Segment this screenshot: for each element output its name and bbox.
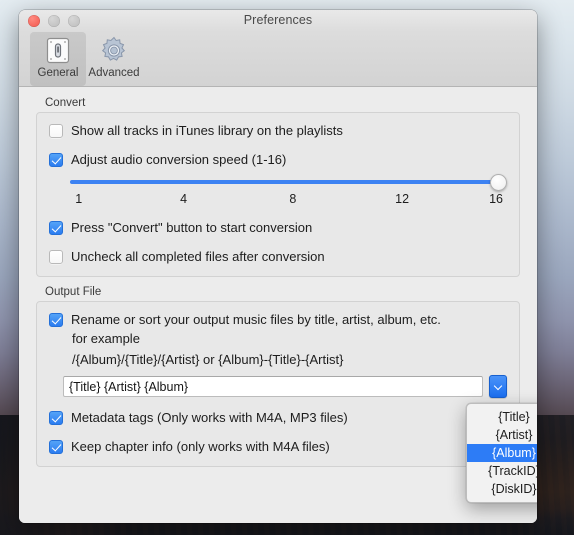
example-pattern: /{Album}/{Title}/{Artist} or {Album}-{Ti… <box>72 352 344 367</box>
pattern-dropdown-button[interactable] <box>489 375 507 398</box>
checkbox-adjust-speed-box[interactable] <box>49 153 63 167</box>
preferences-content: Convert Show all tracks in iTunes librar… <box>19 87 537 523</box>
checkbox-show-all-tracks-label: Show all tracks in iTunes library on the… <box>71 123 343 138</box>
checkbox-show-all-tracks-box[interactable] <box>49 124 63 138</box>
menu-item-diskid[interactable]: {DiskID} <box>467 480 537 498</box>
output-file-group-title: Output File <box>45 286 102 298</box>
pattern-dropdown-menu[interactable]: {Title} {Artist} {Album} {TrackID} {Disk… <box>466 403 537 503</box>
output-file-section: Output File Rename or sort your output m… <box>36 286 520 467</box>
checkbox-press-convert-label: Press "Convert" button to start conversi… <box>71 220 313 235</box>
slider-track <box>70 180 497 184</box>
checkbox-rename-sort-box[interactable] <box>49 313 63 327</box>
slider-tick-16: 16 <box>489 192 504 206</box>
menu-item-artist[interactable]: {Artist} <box>467 426 537 444</box>
checkbox-rename-sort-label: Rename or sort your output music files b… <box>71 312 441 327</box>
convert-section: Convert Show all tracks in iTunes librar… <box>36 97 520 277</box>
gear-icon <box>86 34 142 68</box>
tab-general[interactable]: General <box>30 32 86 86</box>
convert-group-box: Show all tracks in iTunes library on the… <box>36 112 520 277</box>
menu-item-trackid[interactable]: {TrackID} <box>467 462 537 480</box>
checkbox-uncheck-completed-box[interactable] <box>49 250 63 264</box>
output-file-group-box: Rename or sort your output music files b… <box>36 301 520 467</box>
checkbox-keep-chapter-info-label: Keep chapter info (only works with M4A f… <box>71 439 330 454</box>
menu-item-album[interactable]: {Album} <box>467 444 537 462</box>
checkbox-metadata-tags-label: Metadata tags (Only works with M4A, MP3 … <box>71 410 348 425</box>
checkbox-uncheck-completed[interactable]: Uncheck all completed files after conver… <box>49 249 507 264</box>
checkbox-uncheck-completed-label: Uncheck all completed files after conver… <box>71 249 325 264</box>
checkbox-keep-chapter-info-box[interactable] <box>49 440 63 454</box>
slider-track-wrap[interactable] <box>70 173 507 191</box>
preferences-toolbar: General Advanced <box>19 32 537 87</box>
pattern-input[interactable] <box>63 376 483 397</box>
example-label: for example <box>72 331 140 346</box>
menu-item-title[interactable]: {Title} <box>467 408 537 426</box>
slider-tick-12: 12 <box>395 192 410 206</box>
pattern-input-row <box>63 375 507 398</box>
window-titlebar[interactable]: Preferences <box>19 10 537 32</box>
checkbox-adjust-speed[interactable]: Adjust audio conversion speed (1-16) <box>49 152 507 167</box>
slider-tick-1: 1 <box>75 192 83 206</box>
tab-advanced-label: Advanced <box>88 67 140 79</box>
preferences-window: Preferences General Advanced Convert Sho… <box>19 10 537 523</box>
checkbox-metadata-tags[interactable]: Metadata tags (Only works with M4A, MP3 … <box>49 410 507 425</box>
checkbox-metadata-tags-box[interactable] <box>49 411 63 425</box>
checkbox-press-convert[interactable]: Press "Convert" button to start conversi… <box>49 220 507 235</box>
checkbox-rename-sort[interactable]: Rename or sort your output music files b… <box>49 312 507 327</box>
conversion-speed-slider[interactable]: 1 4 8 12 16 <box>70 173 507 208</box>
checkbox-adjust-speed-label: Adjust audio conversion speed (1-16) <box>71 152 287 167</box>
tab-general-label: General <box>37 67 79 79</box>
checkbox-show-all-tracks[interactable]: Show all tracks in iTunes library on the… <box>49 123 507 138</box>
slider-tick-4: 4 <box>180 192 188 206</box>
slider-tick-labels: 1 4 8 12 16 <box>70 192 507 208</box>
slider-thumb[interactable] <box>490 174 507 191</box>
checkbox-keep-chapter-info[interactable]: Keep chapter info (only works with M4A f… <box>49 439 507 454</box>
checkbox-press-convert-box[interactable] <box>49 221 63 235</box>
tab-advanced[interactable]: Advanced <box>86 32 142 79</box>
convert-group-title: Convert <box>45 97 86 109</box>
window-title: Preferences <box>243 13 313 27</box>
general-icon <box>30 34 86 68</box>
slider-tick-8: 8 <box>289 192 297 206</box>
desktop-background: Preferences General Advanced Convert Sho… <box>0 0 574 535</box>
